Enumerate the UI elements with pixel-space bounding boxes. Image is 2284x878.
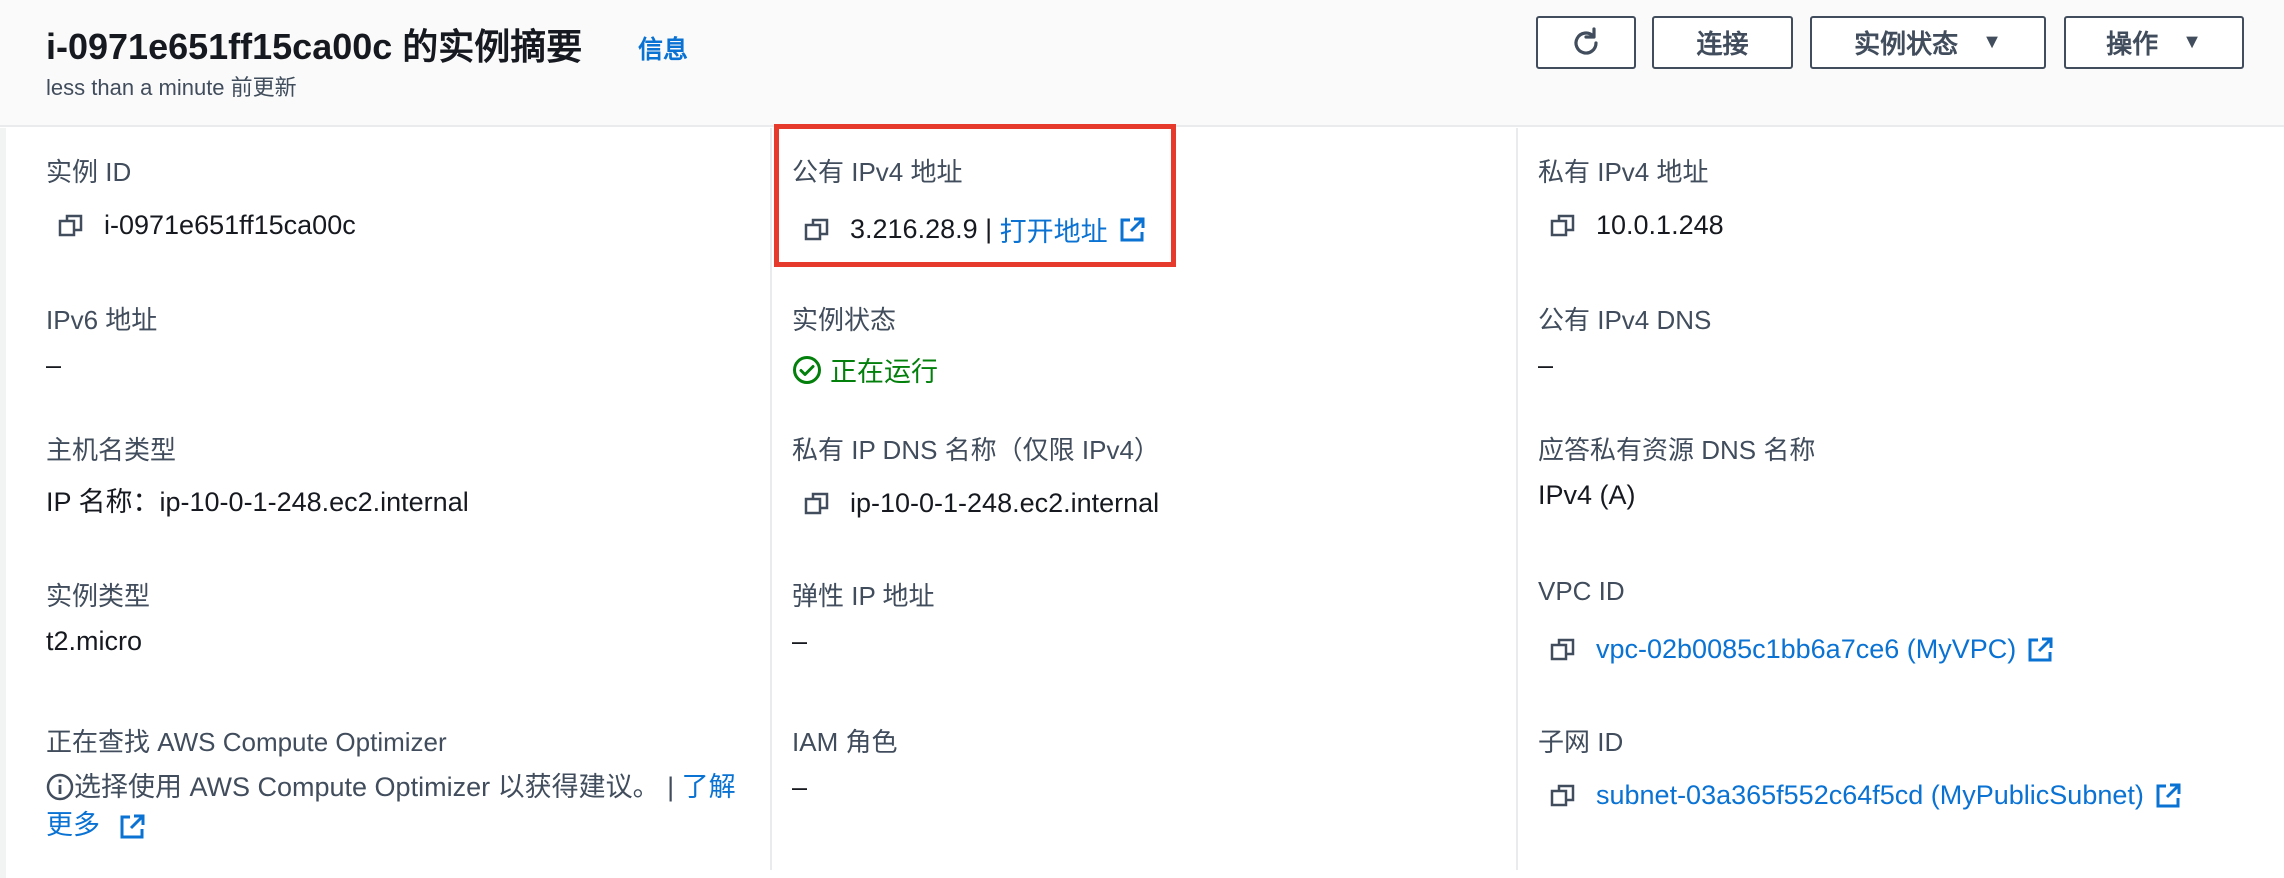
info-link[interactable]: 信息 — [638, 30, 688, 66]
instance-state-dropdown[interactable]: 实例状态 ▼ — [1810, 16, 2046, 69]
refresh-icon — [1574, 26, 1598, 55]
instance-id-label: 实例 ID — [46, 157, 132, 187]
public-ipv4-value: 3.216.28.9 | 打开地址 — [804, 210, 1146, 249]
iam-role-value: – — [792, 772, 808, 802]
subnet-id-label: 子网 ID — [1538, 727, 1624, 757]
instance-type-label: 实例类型 — [46, 581, 151, 611]
public-dns-value: – — [1538, 350, 1554, 380]
copy-icon[interactable] — [804, 491, 830, 517]
copy-icon[interactable] — [1550, 783, 1576, 809]
iam-role-label: IAM 角色 — [792, 727, 898, 757]
instance-state-label: 实例状态 — [792, 305, 897, 335]
subnet-id-link[interactable]: subnet-03a365f552c64f5cd (MyPublicSubnet… — [1596, 780, 2144, 811]
vpc-id-value: vpc-02b0085c1bb6a7ce6 (MyVPC) — [1550, 634, 2054, 665]
copy-icon[interactable] — [1550, 213, 1576, 239]
public-ipv4-separator: | — [977, 214, 1000, 244]
answer-dns-value: IPv4 (A) — [1538, 480, 1636, 510]
instance-id-value: i-0971e651ff15ca00c — [58, 210, 356, 241]
open-address-link[interactable]: 打开地址 — [1000, 210, 1108, 249]
optimizer-text: 选择使用 AWS Compute Optimizer 以获得建议。 — [74, 772, 660, 802]
ipv6-label: IPv6 地址 — [46, 305, 158, 335]
connect-button-label: 连接 — [1696, 29, 1749, 59]
instance-type-value: t2.micro — [46, 626, 143, 656]
hostname-type-value: IP 名称：ip-10-0-1-248.ec2.internal — [46, 487, 469, 517]
external-link-icon[interactable] — [1118, 216, 1146, 244]
optimizer-message: 选择使用 AWS Compute Optimizer 以获得建议。 | 了解更多 — [46, 768, 746, 844]
public-ipv4-label: 公有 IPv4 地址 — [792, 157, 963, 187]
instance-state-dropdown-label: 实例状态 — [1854, 29, 1959, 59]
optimizer-separator: | — [659, 772, 682, 802]
last-updated-text: less than a minute 前更新 — [46, 75, 297, 100]
elastic-ip-label: 弹性 IP 地址 — [792, 581, 935, 611]
hostname-type-label: 主机名类型 — [46, 435, 177, 465]
copy-icon[interactable] — [58, 213, 84, 239]
left-edge — [0, 128, 6, 878]
external-link-icon[interactable] — [118, 813, 146, 841]
caret-down-icon: ▼ — [1982, 31, 2002, 53]
column-divider — [770, 128, 772, 870]
private-ipv4-value: 10.0.1.248 — [1550, 210, 1724, 241]
private-dns-label: 私有 IP DNS 名称（仅限 IPv4） — [792, 435, 1160, 465]
instance-state-value: 正在运行 — [792, 350, 938, 389]
vpc-id-label: VPC ID — [1538, 576, 1625, 606]
elastic-ip-value: – — [792, 626, 808, 656]
caret-down-icon: ▼ — [2182, 31, 2202, 53]
page-title: i-0971e651ff15ca00c 的实例摘要 — [46, 26, 583, 67]
answer-dns-label: 应答私有资源 DNS 名称 — [1538, 435, 1816, 465]
private-dns-text: ip-10-0-1-248.ec2.internal — [850, 488, 1160, 518]
ipv6-value: – — [46, 350, 62, 380]
actions-dropdown[interactable]: 操作 ▼ — [2064, 16, 2244, 69]
external-link-icon[interactable] — [2154, 782, 2182, 810]
external-link-icon[interactable] — [2026, 636, 2054, 664]
vpc-id-link[interactable]: vpc-02b0085c1bb6a7ce6 (MyVPC) — [1596, 634, 2016, 665]
actions-dropdown-label: 操作 — [2106, 29, 2159, 59]
subnet-id-value: subnet-03a365f552c64f5cd (MyPublicSubnet… — [1550, 780, 2182, 811]
instance-state-text: 正在运行 — [830, 357, 938, 387]
instance-id-text: i-0971e651ff15ca00c — [104, 210, 356, 240]
summary-header: i-0971e651ff15ca00c 的实例摘要 信息 less than a… — [0, 0, 2284, 127]
info-icon — [46, 773, 74, 801]
copy-icon[interactable] — [804, 217, 830, 243]
copy-icon[interactable] — [1550, 637, 1576, 663]
optimizer-label: 正在查找 AWS Compute Optimizer — [46, 727, 447, 757]
private-ipv4-text: 10.0.1.248 — [1596, 210, 1724, 240]
column-divider — [1516, 128, 1518, 870]
public-ipv4-text: 3.216.28.9 — [850, 214, 978, 244]
connect-button[interactable]: 连接 — [1652, 16, 1793, 69]
refresh-button[interactable] — [1536, 16, 1636, 69]
private-dns-value: ip-10-0-1-248.ec2.internal — [804, 488, 1159, 519]
check-circle-icon — [793, 355, 821, 384]
public-dns-label: 公有 IPv4 DNS — [1538, 305, 1712, 335]
private-ipv4-label: 私有 IPv4 地址 — [1538, 157, 1709, 187]
